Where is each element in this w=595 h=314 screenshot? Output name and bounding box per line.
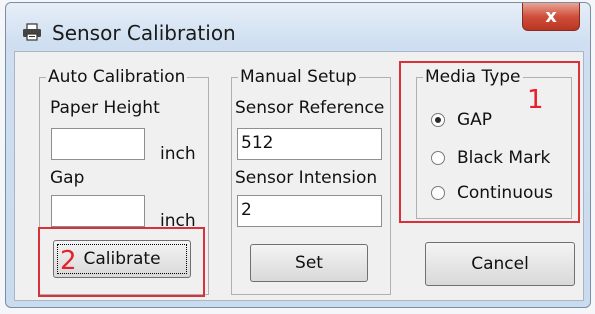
printer-icon [23,23,41,41]
auto-calibration-legend: Auto Calibration [46,67,188,87]
set-button[interactable]: Set [250,244,368,282]
manual-setup-group: Manual Setup Sensor Reference 512 Sensor… [231,67,391,295]
annotation-number-2: 2 [60,246,77,276]
cancel-button[interactable]: Cancel [425,242,575,286]
sensor-reference-input[interactable]: 512 [237,128,382,160]
manual-setup-legend: Manual Setup [238,67,359,87]
close-button[interactable]: x [522,3,580,31]
set-button-label: Set [295,253,323,273]
sensor-intension-input[interactable]: 2 [237,195,382,227]
media-type-highlight-box [399,61,580,223]
cancel-button-label: Cancel [471,254,529,274]
gap-input[interactable] [51,195,145,227]
paper-height-input[interactable] [51,128,145,160]
annotation-number-1: 1 [527,85,544,115]
paper-height-label: Paper Height [50,98,160,118]
sensor-intension-label: Sensor Intension [235,168,378,188]
sensor-reference-label: Sensor Reference [235,98,385,118]
paper-height-unit: inch [160,144,196,164]
window-title: Sensor Calibration [52,21,236,45]
gap-label: Gap [50,168,85,188]
title-bar: Sensor Calibration x [6,3,590,53]
